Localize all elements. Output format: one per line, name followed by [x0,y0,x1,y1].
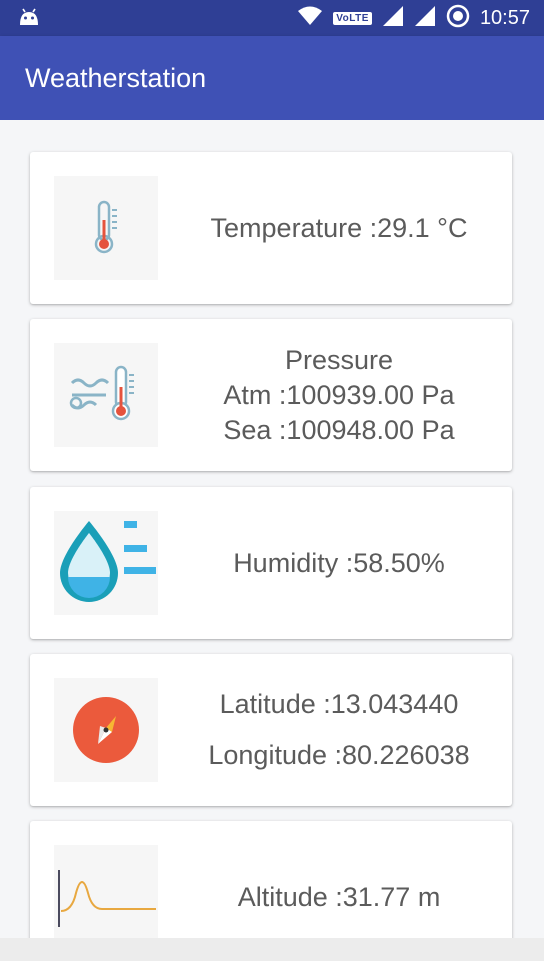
sync-icon [446,4,470,33]
pressure-sea: Sea :100948.00 Pa [223,414,455,445]
latitude-value: Latitude :13.043440 [219,689,459,719]
temperature-text-group: Temperature :29.1 °C [180,152,498,304]
pressure-thermometer-icon [54,343,158,447]
temperature-value: Temperature :29.1 °C [210,212,468,243]
app-bar: Weatherstation [0,36,544,120]
thermometer-icon [54,176,158,280]
water-drop-icon [54,511,158,615]
volte-badge: VoLTE [333,11,372,25]
longitude-value: Longitude :80.226038 [208,740,470,770]
altitude-card[interactable]: Altitude :31.77 m [30,821,512,938]
app-title: Weatherstation [25,63,207,93]
pressure-text-group: Pressure Atm :100939.00 Pa Sea :100948.0… [180,319,498,471]
wifi-icon [297,6,323,31]
status-time: 10:57 [479,6,530,29]
pressure-card[interactable]: Pressure Atm :100939.00 Pa Sea :100948.0… [30,319,512,471]
humidity-text-group: Humidity :58.50% [180,487,498,639]
humidity-value: Humidity :58.50% [233,547,445,578]
card-list[interactable]: Temperature :29.1 °C Pressure Atm :10093… [0,120,544,938]
pressure-title: Pressure [284,344,394,375]
humidity-card[interactable]: Humidity :58.50% [30,487,512,639]
android-icon [18,7,40,32]
altitude-value: Altitude :31.77 m [237,881,441,912]
location-text-group: Latitude :13.043440 Longitude :80.226038 [180,654,498,806]
compass-icon [54,678,158,782]
pressure-atm: Atm :100939.00 Pa [223,379,455,410]
signal-icon [382,5,404,32]
temperature-card[interactable]: Temperature :29.1 °C [30,152,512,304]
signal-icon [414,5,436,32]
location-card[interactable]: Latitude :13.043440 Longitude :80.226038 [30,654,512,806]
altitude-text-group: Altitude :31.77 m [180,821,498,938]
altitude-graph-icon [54,845,158,938]
status-bar: VoLTE 10:57 [0,0,544,36]
bottom-bar [0,938,544,961]
